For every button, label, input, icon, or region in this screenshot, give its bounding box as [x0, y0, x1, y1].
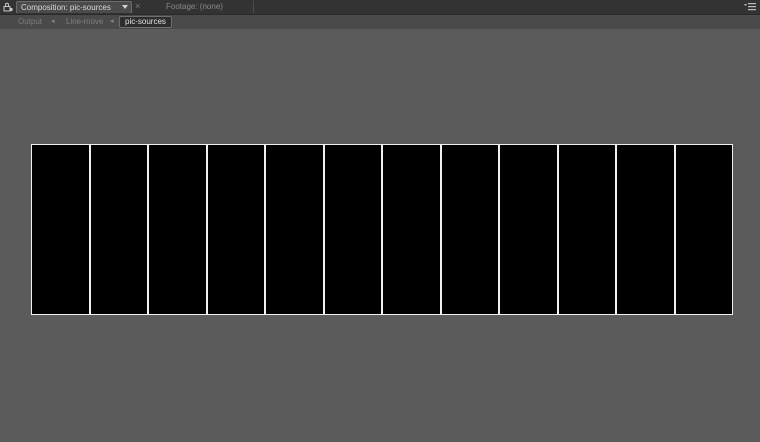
composition-panel: Composition: pic-sources × Footage: (non…: [0, 0, 760, 442]
close-icon[interactable]: ×: [135, 1, 140, 12]
composition-slice: [500, 145, 559, 314]
composition-slice: [90, 145, 149, 314]
composition-slice: [32, 145, 91, 314]
composition-slice: [441, 145, 500, 314]
chevron-left-icon: ◂: [51, 18, 55, 25]
composition-slice: [383, 145, 442, 314]
breadcrumb-output[interactable]: Output: [18, 16, 42, 28]
panel-menu-icon[interactable]: [744, 2, 756, 12]
breadcrumb: Output ◂ Line-move ◂ pic-sources: [0, 15, 760, 29]
composition-slice: [149, 145, 208, 314]
composition-viewer[interactable]: [0, 29, 760, 442]
tab-footage-label: Footage: (none): [166, 2, 223, 11]
composition-slice: [675, 145, 732, 314]
composition-slice: [207, 145, 266, 314]
tab-footage[interactable]: Footage: (none): [146, 1, 254, 13]
lock-icon[interactable]: [3, 2, 13, 12]
composition-slice: [266, 145, 325, 314]
breadcrumb-line-move[interactable]: Line-move: [66, 16, 103, 28]
composition-slice: [617, 145, 676, 314]
composition-frame[interactable]: [31, 144, 733, 315]
tab-composition-label: Composition: pic-sources: [21, 3, 111, 12]
composition-slice: [324, 145, 383, 314]
breadcrumb-pic-sources[interactable]: pic-sources: [119, 16, 172, 28]
composition-slice: [558, 145, 617, 314]
panel-tab-bar: Composition: pic-sources × Footage: (non…: [0, 0, 760, 15]
chevron-down-icon[interactable]: [122, 5, 128, 10]
chevron-left-icon: ◂: [110, 18, 114, 25]
tab-composition[interactable]: Composition: pic-sources: [16, 1, 132, 13]
